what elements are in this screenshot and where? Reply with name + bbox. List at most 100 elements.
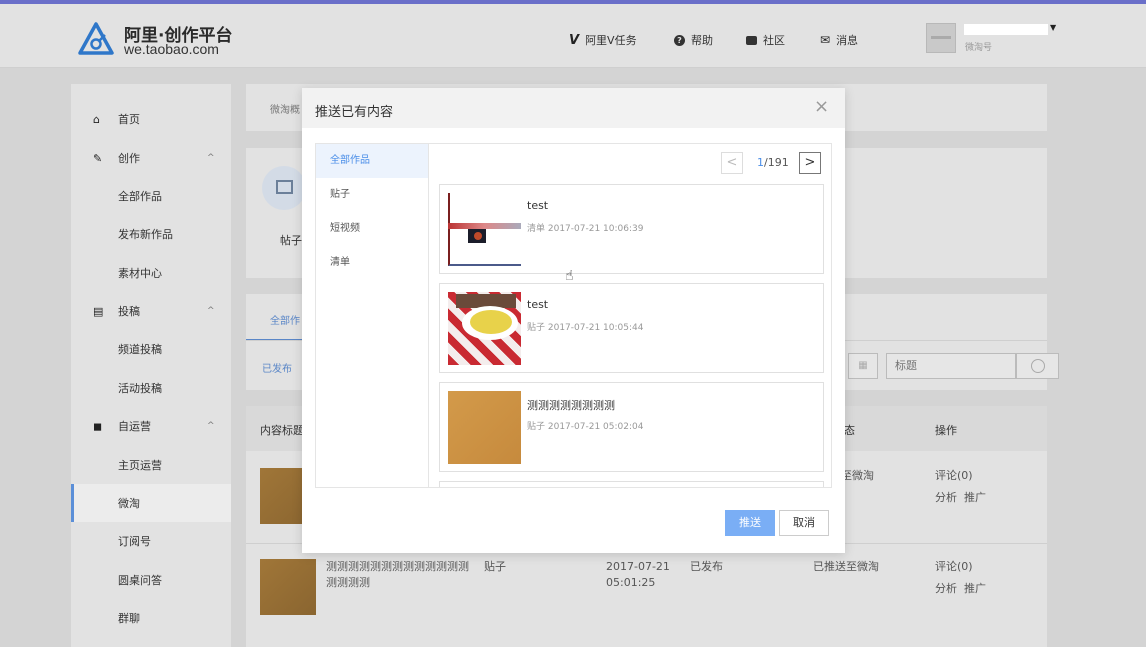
- logo-subtitle[interactable]: we.taobao.com: [124, 41, 219, 57]
- pager-indicator: 1/191: [757, 156, 789, 169]
- sidebar-item-submit[interactable]: ▤ 投稿 ^: [71, 292, 231, 330]
- col-status-header: 态: [844, 424, 855, 437]
- sidebar-item-weitao[interactable]: 微淘: [71, 484, 231, 522]
- sidebar-item-label: 全部作品: [118, 190, 162, 203]
- post-type-icon[interactable]: [262, 166, 306, 210]
- category-list-type[interactable]: 清单: [316, 246, 428, 280]
- sidebar-item-create[interactable]: ✎ 创作 ^: [71, 139, 231, 177]
- comment-link[interactable]: 评论(0): [935, 468, 973, 484]
- help-icon: ?: [674, 34, 685, 46]
- v-task-icon: V: [569, 32, 580, 48]
- sidebar-item-label: 微淘: [118, 497, 140, 510]
- sidebar-item-event-submit[interactable]: 活动投稿: [71, 369, 231, 407]
- analyze-link[interactable]: 分析: [935, 490, 957, 506]
- push-content-dialog: 推送已有内容 × 全部作品 贴子 短视频 清单 < 1/191 > test 清…: [302, 88, 845, 553]
- sidebar-item-label: 素材中心: [118, 267, 162, 280]
- promote-link[interactable]: 推广: [964, 490, 986, 506]
- home-icon: ⌂: [93, 112, 100, 126]
- sidebar-item-label: 频道投稿: [118, 343, 162, 356]
- user-account-type: 微淘号: [965, 43, 993, 53]
- row-push-status: 至微淘: [841, 469, 874, 482]
- chevron-up-icon: ^: [207, 306, 215, 316]
- sidebar: ⌂ 首页 ✎ 创作 ^ 全部作品 发布新作品 素材中心 ▤ 投稿 ^ 频道投稿 …: [71, 84, 231, 647]
- top-header: 阿里·创作平台 we.taobao.com V 阿里V任务 ? 帮助 社区 ✉ …: [0, 4, 1146, 68]
- nav-label: 社区: [763, 34, 785, 47]
- nav-label: 消息: [836, 34, 859, 47]
- sidebar-item-all-works[interactable]: 全部作品: [71, 177, 231, 215]
- item-thumbnail: [448, 292, 521, 365]
- content-item[interactable]: [439, 481, 824, 487]
- nav-label: 阿里V任务: [585, 34, 637, 47]
- row-title[interactable]: 测测测测测测测测测测测测测测测测测: [326, 559, 476, 591]
- avatar[interactable]: [926, 23, 956, 53]
- breadcrumb[interactable]: 微淘概: [270, 101, 300, 116]
- sidebar-item-label: 圆桌问答: [118, 574, 162, 587]
- content-item[interactable]: test 清单 2017-07-21 10:06:39: [439, 184, 824, 274]
- calendar-icon[interactable]: ▦: [848, 353, 878, 379]
- dialog-header: 推送已有内容 ×: [302, 88, 845, 128]
- document-icon: ▤: [93, 304, 104, 318]
- sidebar-item-label: 创作: [118, 152, 140, 165]
- nav-label: 帮助: [691, 34, 713, 47]
- sidebar-item-subscription[interactable]: 订阅号: [71, 522, 231, 560]
- chevron-up-icon: ^: [207, 153, 215, 163]
- item-title: test: [527, 298, 549, 311]
- pager-next-button[interactable]: >: [799, 152, 821, 174]
- user-name[interactable]: [964, 24, 1048, 35]
- sidebar-item-self-operation[interactable]: ◼ 自运营 ^: [71, 407, 231, 445]
- nav-community[interactable]: 社区: [746, 32, 785, 48]
- promote-link[interactable]: 推广: [964, 581, 986, 597]
- sidebar-item-label: 订阅号: [118, 535, 151, 548]
- sidebar-item-materials[interactable]: 素材中心: [71, 254, 231, 292]
- pager-total: /191: [764, 156, 789, 169]
- subtab-published[interactable]: 已发布: [262, 360, 292, 375]
- sidebar-item-channel-submit[interactable]: 频道投稿: [71, 330, 231, 368]
- mail-icon: ✉: [820, 33, 831, 47]
- sidebar-item-label: 首页: [118, 113, 140, 126]
- item-meta: 清单 2017-07-21 10:06:39: [527, 224, 644, 234]
- pager-current: 1: [757, 156, 764, 169]
- category-list: 全部作品 贴子 短视频 清单: [316, 144, 429, 487]
- sidebar-item-new-work[interactable]: 发布新作品: [71, 215, 231, 253]
- row-thumbnail[interactable]: [260, 559, 316, 615]
- col-action-header: 操作: [935, 424, 957, 437]
- chevron-down-icon[interactable]: ▼: [1050, 23, 1056, 32]
- sidebar-item-label: 自运营: [118, 420, 151, 433]
- row-push-status: 已推送至微淘: [813, 560, 879, 573]
- row-time: 05:01:25: [606, 576, 656, 589]
- sidebar-item-label: 投稿: [118, 305, 140, 318]
- pager-prev-button[interactable]: <: [721, 152, 743, 174]
- item-thumbnail: [448, 193, 521, 266]
- nav-v-task[interactable]: V 阿里V任务: [569, 32, 637, 48]
- sidebar-item-roundtable[interactable]: 圆桌问答: [71, 561, 231, 599]
- sidebar-item-home[interactable]: ⌂ 首页: [71, 100, 231, 138]
- content-item[interactable]: test 贴子 2017-07-21 10:05:44: [439, 283, 824, 373]
- tab-all-works[interactable]: 全部作: [270, 312, 300, 327]
- push-button[interactable]: 推送: [725, 510, 775, 536]
- category-all-works[interactable]: 全部作品: [316, 144, 428, 178]
- chat-icon: [746, 35, 757, 45]
- analyze-link[interactable]: 分析: [935, 581, 957, 597]
- post-type-label[interactable]: 帖子: [280, 232, 302, 248]
- content-item-list[interactable]: test 清单 2017-07-21 10:06:39 test 贴子 2017…: [430, 184, 832, 487]
- content-item[interactable]: 测测测测测测测测 贴子 2017-07-21 05:02:04: [439, 382, 824, 472]
- row-type: 贴子: [484, 560, 506, 573]
- logo-icon[interactable]: [78, 22, 114, 56]
- cancel-button[interactable]: 取消: [779, 510, 829, 536]
- search-input[interactable]: [886, 353, 1016, 379]
- pen-icon: ✎: [93, 151, 103, 165]
- nav-help[interactable]: ? 帮助: [674, 32, 713, 48]
- item-title: 测测测测测测测测: [527, 399, 615, 412]
- sidebar-item-label: 活动投稿: [118, 382, 162, 395]
- sidebar-item-group-chat[interactable]: 群聊: [71, 599, 231, 637]
- chevron-up-icon: ^: [207, 421, 215, 431]
- category-posts[interactable]: 贴子: [316, 178, 428, 212]
- item-meta: 贴子 2017-07-21 10:05:44: [527, 323, 644, 333]
- comment-link[interactable]: 评论(0): [935, 559, 973, 575]
- search-icon[interactable]: [1016, 353, 1059, 379]
- sidebar-item-homepage-ops[interactable]: 主页运营: [71, 446, 231, 484]
- sidebar-item-label: 主页运营: [118, 459, 162, 472]
- close-icon[interactable]: ×: [814, 98, 829, 116]
- nav-messages[interactable]: ✉ 消息: [820, 32, 858, 48]
- category-short-video[interactable]: 短视频: [316, 212, 428, 246]
